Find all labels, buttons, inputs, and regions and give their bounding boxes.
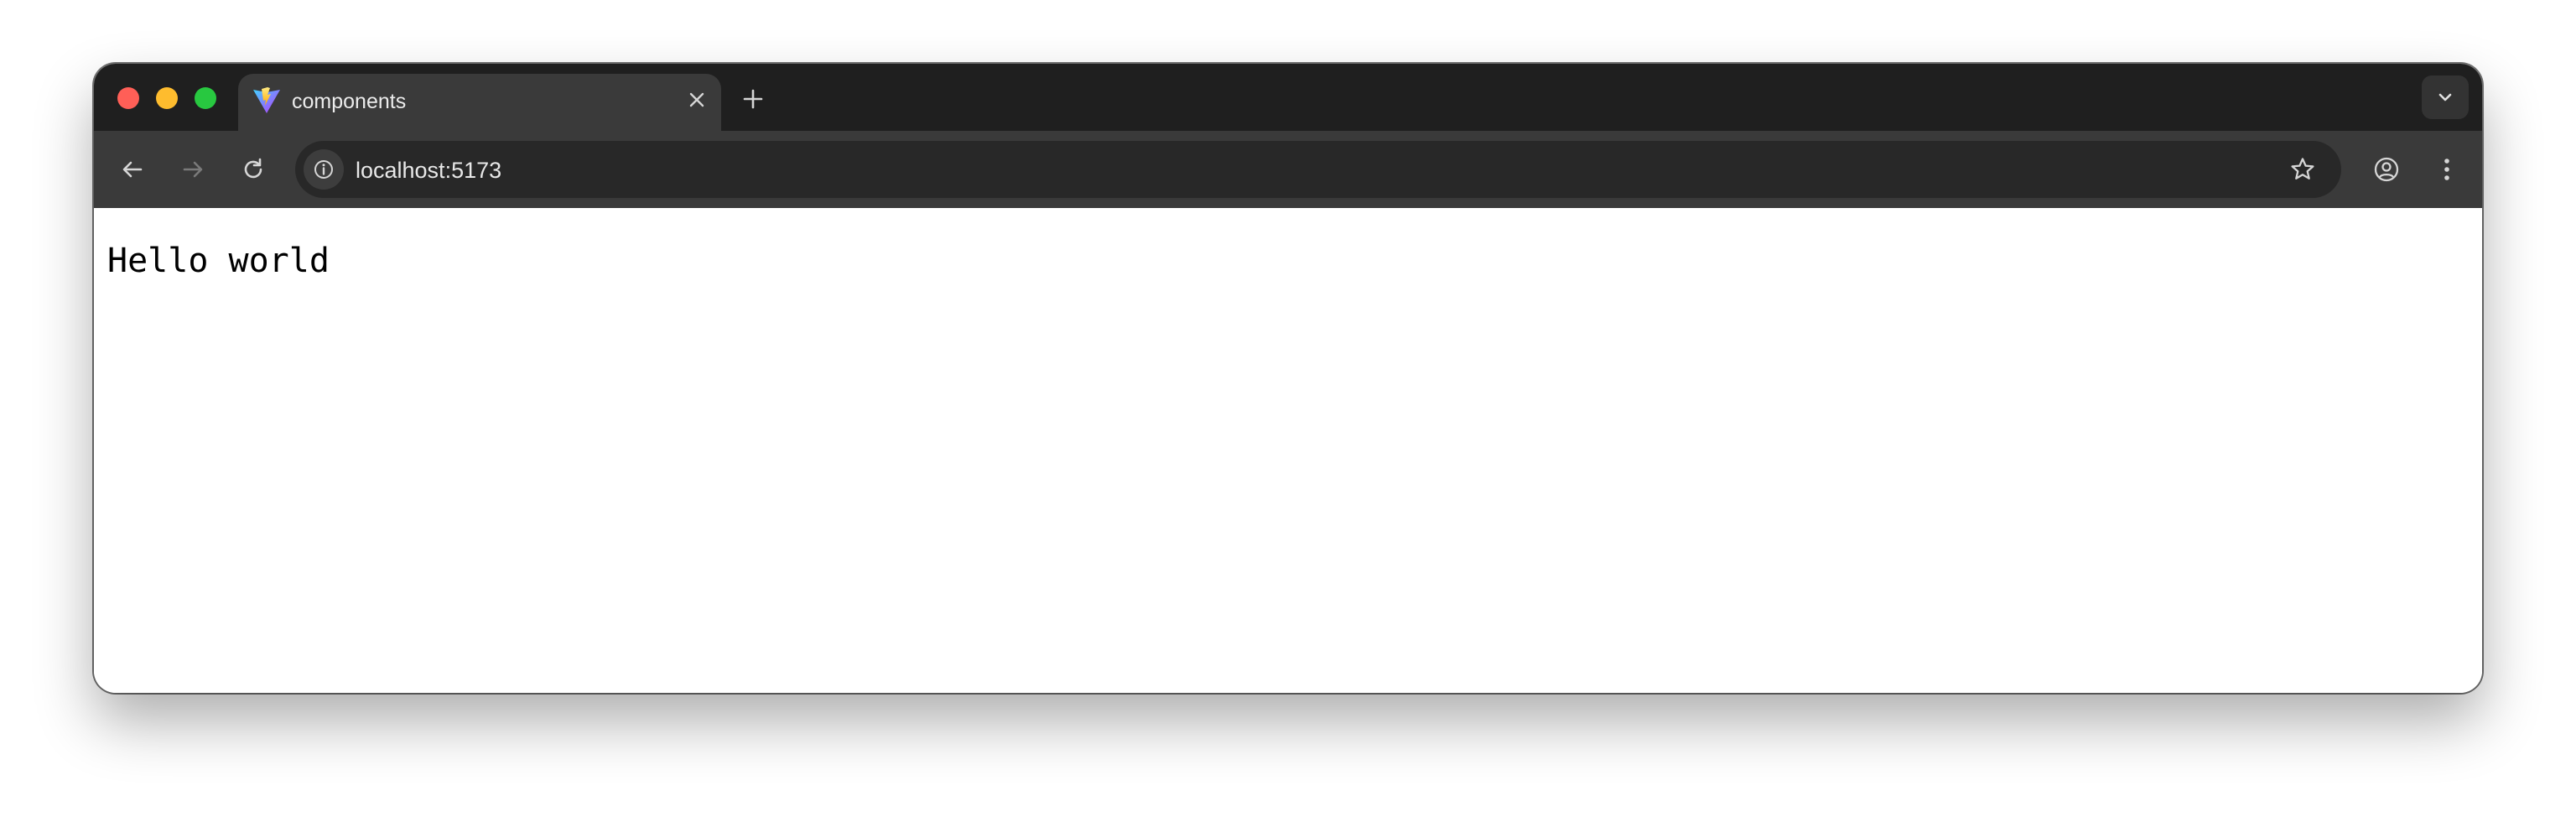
browser-window: components localhost:5173 Hello world: [94, 64, 2482, 693]
vite-logo-icon: [252, 86, 282, 116]
reload-icon: [244, 158, 262, 179]
info-icon: [314, 160, 333, 179]
plus-icon: [743, 89, 763, 109]
forward-button[interactable]: [174, 151, 211, 188]
address-bar[interactable]: localhost:5173: [295, 141, 2341, 198]
profile-button[interactable]: [2368, 151, 2405, 188]
star-icon: [2291, 158, 2314, 180]
arrow-right-icon: [183, 161, 203, 178]
window-minimize-button[interactable]: [156, 87, 178, 109]
arrow-left-icon: [122, 161, 143, 178]
kebab-menu-icon: [2444, 159, 2449, 180]
url-text: localhost:5173: [356, 158, 502, 183]
new-tab-button[interactable]: [738, 84, 768, 114]
reload-button[interactable]: [235, 151, 272, 188]
account-circle-icon: [2374, 157, 2399, 182]
tab-title: components: [292, 90, 407, 113]
browser-toolbar: localhost:5173: [94, 131, 2482, 208]
browser-menu-button[interactable]: [2428, 151, 2465, 188]
tab-strip: components: [94, 64, 2482, 131]
page-content: Hello world: [94, 208, 2482, 693]
chevron-down-icon: [2438, 93, 2452, 101]
bookmark-button[interactable]: [2286, 153, 2319, 186]
tab-search-button[interactable]: [2422, 75, 2469, 119]
window-maximize-button[interactable]: [195, 87, 216, 109]
back-button[interactable]: [114, 151, 151, 188]
hello-text: Hello world: [107, 242, 330, 280]
window-close-button[interactable]: [117, 87, 139, 109]
tab-components[interactable]: components: [238, 74, 721, 131]
site-info-button[interactable]: [304, 149, 344, 190]
close-icon[interactable]: [684, 87, 709, 112]
